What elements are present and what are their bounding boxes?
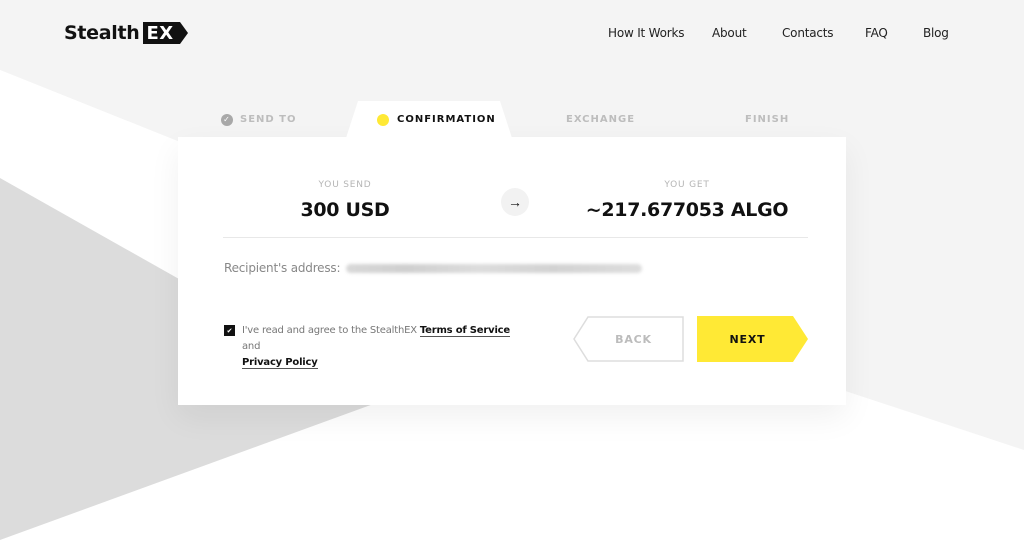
step-label: CONFIRMATION bbox=[397, 114, 496, 125]
nav-about[interactable]: About bbox=[712, 26, 747, 40]
back-button-label: BACK bbox=[615, 332, 652, 346]
privacy-policy-link[interactable]: Privacy Policy bbox=[242, 357, 318, 369]
next-button[interactable]: NEXT bbox=[697, 316, 808, 362]
send-amount: 300 USD bbox=[300, 199, 390, 221]
step-finish: FINISH bbox=[745, 101, 789, 138]
step-confirmation: CONFIRMATION bbox=[377, 101, 496, 138]
agreement-row: ✔ I've read and agree to the StealthEX T… bbox=[224, 323, 524, 371]
confirmation-card: YOU SEND 300 USD → YOU GET ~217.677053 A… bbox=[178, 137, 846, 405]
logo[interactable]: Stealth EX bbox=[64, 22, 188, 44]
nav-how-it-works[interactable]: How It Works bbox=[608, 26, 684, 40]
arrow-right-icon: → bbox=[501, 188, 529, 216]
get-amount: ~217.677053 ALGO bbox=[585, 199, 789, 221]
divider bbox=[223, 237, 808, 238]
nav-faq[interactable]: FAQ bbox=[865, 26, 888, 40]
step-label: SEND TO bbox=[240, 114, 297, 125]
progress-steps: ✓ SEND TO CONFIRMATION EXCHANGE FINISH bbox=[178, 101, 846, 138]
nav-blog[interactable]: Blog bbox=[923, 26, 949, 40]
you-get-label: YOU GET bbox=[664, 180, 710, 190]
logo-badge: EX bbox=[142, 22, 188, 44]
agreement-text: I've read and agree to the StealthEX Ter… bbox=[224, 323, 524, 371]
agreement-text-before: I've read and agree to the StealthEX bbox=[242, 325, 420, 336]
nav-contacts[interactable]: Contacts bbox=[782, 26, 834, 40]
step-label: EXCHANGE bbox=[566, 114, 636, 125]
agree-checkbox[interactable]: ✔ bbox=[224, 325, 235, 336]
recipient-label: Recipient's address: bbox=[224, 261, 341, 275]
header: Stealth EX How It Works About Contacts F… bbox=[0, 0, 1024, 68]
check-circle-icon: ✓ bbox=[221, 113, 233, 126]
active-dot-icon bbox=[377, 113, 389, 126]
step-exchange: EXCHANGE bbox=[566, 101, 635, 138]
recipient-address-blurred bbox=[346, 263, 643, 273]
recipient-row: Recipient's address: bbox=[224, 261, 643, 275]
back-button[interactable]: BACK bbox=[573, 316, 684, 362]
you-send-label: YOU SEND bbox=[318, 180, 372, 190]
logo-text: Stealth bbox=[64, 22, 140, 44]
step-send-to: ✓ SEND TO bbox=[221, 101, 297, 138]
terms-of-service-link[interactable]: Terms of Service bbox=[419, 325, 510, 337]
next-button-label: NEXT bbox=[729, 332, 766, 346]
step-label: FINISH bbox=[745, 114, 790, 125]
agreement-text-middle: and bbox=[242, 341, 261, 352]
